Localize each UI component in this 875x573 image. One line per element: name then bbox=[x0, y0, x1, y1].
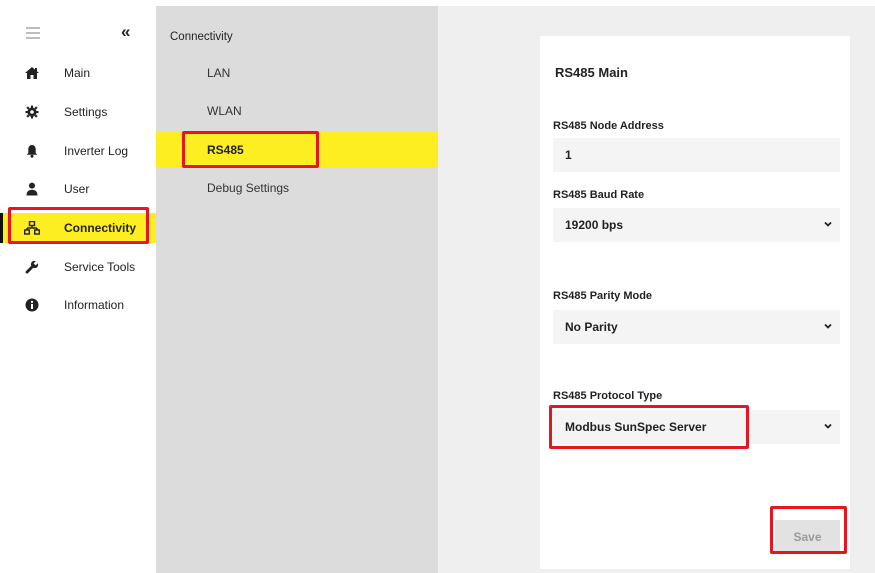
sidebar-item-label: Service Tools bbox=[64, 260, 136, 274]
baud-rate-select[interactable]: 19200 bps bbox=[553, 208, 840, 242]
gear-icon bbox=[24, 104, 40, 120]
parity-mode-value: No Parity bbox=[565, 320, 618, 334]
subnav-item-wlan[interactable]: WLAN bbox=[156, 93, 438, 129]
baud-rate-label: RS485 Baud Rate bbox=[553, 189, 645, 201]
subnav-item-label: LAN bbox=[207, 66, 231, 80]
sidebar-item-label: Inverter Log bbox=[64, 144, 129, 158]
node-address-input[interactable]: 1 bbox=[553, 138, 840, 172]
sidebar-item-inverter-log[interactable]: Inverter Log bbox=[0, 136, 156, 166]
main-sidebar: « Main Settings Inverter Log User Connec… bbox=[0, 0, 156, 573]
protocol-type-label: RS485 Protocol Type bbox=[553, 390, 663, 402]
chevron-down-icon bbox=[824, 221, 832, 227]
user-icon bbox=[24, 181, 40, 197]
sidebar-item-information[interactable]: Information bbox=[0, 290, 156, 320]
parity-mode-select[interactable]: No Parity bbox=[553, 310, 840, 344]
sidebar-item-user[interactable]: User bbox=[0, 174, 156, 204]
protocol-type-value: Modbus SunSpec Server bbox=[565, 420, 707, 434]
sidebar-item-main[interactable]: Main bbox=[0, 58, 156, 88]
baud-rate-value: 19200 bps bbox=[565, 218, 624, 232]
hamburger-menu-icon[interactable] bbox=[26, 27, 40, 39]
subnav-item-label: Debug Settings bbox=[207, 181, 290, 195]
connectivity-subnav: Connectivity LAN WLAN RS485 Debug Settin… bbox=[156, 6, 438, 573]
sidebar-item-label: Settings bbox=[64, 105, 108, 119]
protocol-type-select[interactable]: Modbus SunSpec Server bbox=[553, 410, 840, 444]
sidebar-item-label: User bbox=[64, 182, 90, 196]
home-icon bbox=[24, 65, 40, 81]
collapse-sidebar-icon[interactable]: « bbox=[121, 22, 130, 42]
sidebar-item-settings[interactable]: Settings bbox=[0, 97, 156, 127]
rs485-settings-panel: RS485 Main RS485 Node Address 1 RS485 Ba… bbox=[540, 36, 850, 569]
parity-mode-label: RS485 Parity Mode bbox=[553, 290, 653, 302]
subnav-item-rs485[interactable]: RS485 bbox=[156, 132, 438, 168]
subnav-item-lan[interactable]: LAN bbox=[156, 55, 438, 91]
node-address-value: 1 bbox=[565, 148, 572, 162]
subnav-item-label: WLAN bbox=[207, 104, 242, 118]
subnav-title: Connectivity bbox=[170, 31, 233, 43]
subnav-item-label: RS485 bbox=[207, 143, 244, 157]
wrench-icon bbox=[24, 259, 40, 275]
sidebar-item-connectivity[interactable]: Connectivity bbox=[0, 213, 156, 243]
sidebar-item-label: Information bbox=[64, 298, 125, 312]
subnav-item-debug-settings[interactable]: Debug Settings bbox=[156, 170, 438, 206]
sidebar-item-label: Connectivity bbox=[64, 221, 137, 235]
sidebar-item-label: Main bbox=[64, 66, 91, 80]
chevron-down-icon bbox=[824, 323, 832, 329]
network-icon bbox=[24, 220, 40, 236]
chevron-down-icon bbox=[824, 423, 832, 429]
save-button[interactable]: Save bbox=[775, 520, 840, 554]
content-area: RS485 Main RS485 Node Address 1 RS485 Ba… bbox=[438, 6, 875, 573]
panel-title: RS485 Main bbox=[555, 65, 628, 80]
node-address-label: RS485 Node Address bbox=[553, 120, 664, 132]
bell-icon bbox=[24, 143, 40, 159]
sidebar-item-service-tools[interactable]: Service Tools bbox=[0, 252, 156, 282]
info-icon bbox=[24, 297, 40, 313]
